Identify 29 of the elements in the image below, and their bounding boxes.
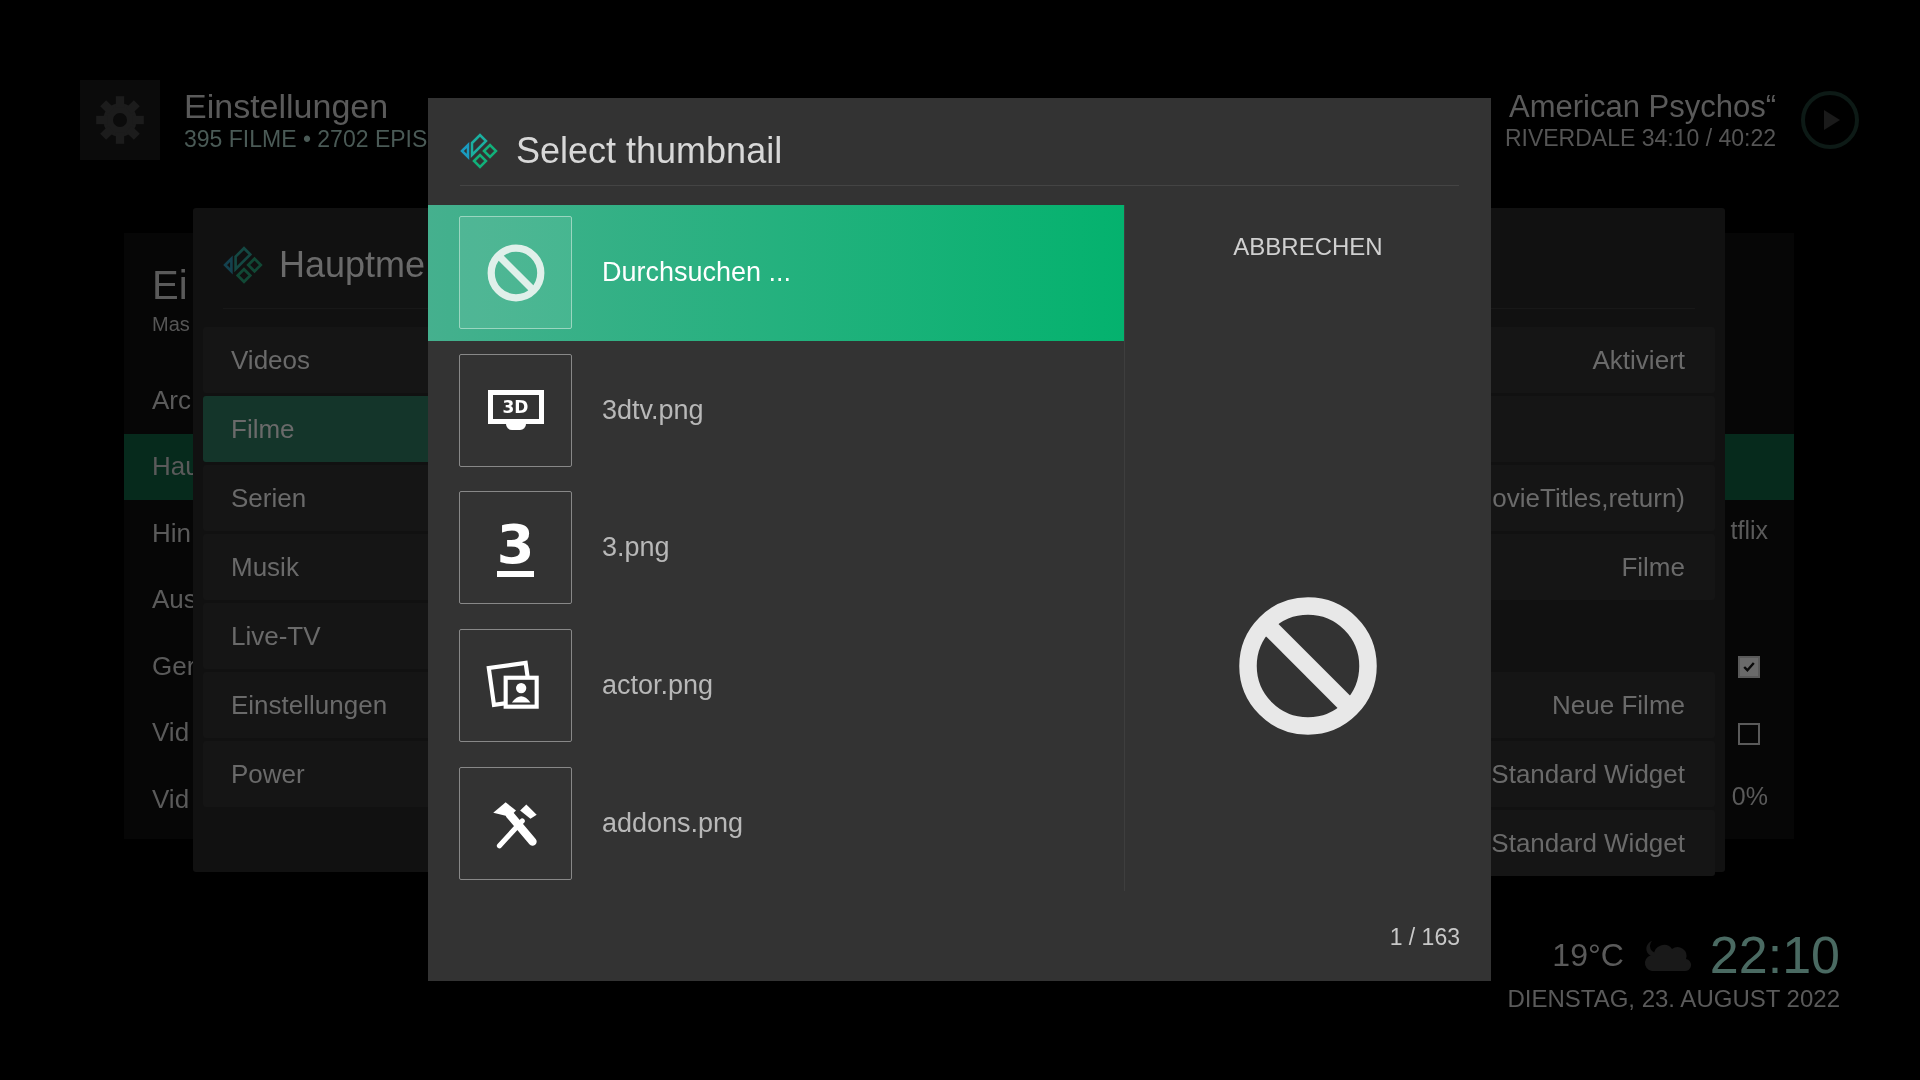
setting-value: ovieTitles,return) bbox=[1492, 482, 1685, 514]
item-counter: 1 / 163 bbox=[1389, 924, 1460, 951]
setting-value: Standard Widget bbox=[1491, 827, 1685, 859]
panel-title: Ei bbox=[152, 263, 188, 308]
now-playing-info: RIVERDALE 34:10 / 40:22 bbox=[1504, 124, 1776, 152]
clock-date: DIENSTAG, 23. AUGUST 2022 bbox=[1507, 985, 1840, 1013]
setting-value: 0% bbox=[1731, 782, 1768, 811]
file-name: addons.png bbox=[602, 807, 744, 839]
library-stats: 395 FILME • 2702 EPIS bbox=[184, 126, 428, 153]
file-name: Durchsuchen ... bbox=[602, 257, 792, 289]
setting-value: Aktiviert bbox=[1592, 344, 1685, 376]
cancel-button[interactable]: ABBRECHEN bbox=[1213, 223, 1403, 271]
settings-icon bbox=[80, 80, 160, 160]
panel-subtitle: Mas bbox=[152, 313, 190, 336]
dialog-title: Select thumbnail bbox=[516, 130, 783, 172]
dialog-title: Hauptme bbox=[279, 244, 426, 286]
checkbox[interactable] bbox=[1738, 722, 1760, 745]
logo-icon bbox=[223, 244, 265, 286]
now-playing-title: American Psychos“ bbox=[1508, 88, 1776, 125]
setting-value: Standard Widget bbox=[1491, 758, 1685, 790]
setting-value: tflix bbox=[1730, 516, 1768, 545]
temperature: 19°C bbox=[1552, 936, 1624, 974]
setting-value: Neue Filme bbox=[1552, 689, 1685, 721]
thumbnail-item[interactable]: Durchsuchen ... bbox=[428, 205, 1124, 341]
logo-icon bbox=[460, 131, 500, 171]
setting-value: Filme bbox=[1621, 551, 1685, 583]
clock-time: 22:10 bbox=[1709, 925, 1840, 985]
page-title: Einstellungen bbox=[184, 87, 390, 126]
checkbox[interactable] bbox=[1738, 656, 1760, 678]
